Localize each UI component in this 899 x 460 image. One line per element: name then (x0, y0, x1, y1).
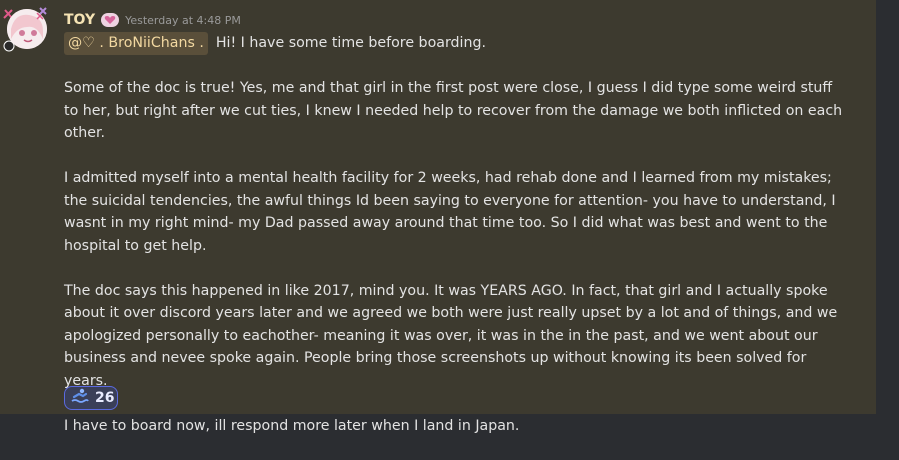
paragraph-1-text: Hi! I have some time before boarding. (215, 35, 486, 51)
swimmer-icon (71, 388, 89, 408)
paragraph-5: I have to board now, ill respond more la… (64, 417, 520, 434)
user-mention[interactable]: @♡ . BroNiiChans . (64, 32, 208, 55)
paragraph-4: The doc says this happened in like 2017,… (64, 282, 838, 389)
heart-badge-icon (101, 13, 120, 27)
avatar[interactable] (7, 9, 47, 49)
paragraph-1: @♡ . BroNiiChans . Hi! I have some time … (64, 32, 844, 55)
reaction-count: 26 (95, 390, 115, 406)
paragraph-2: Some of the doc is true! Yes, me and tha… (64, 80, 843, 141)
message-container: TOY Yesterday at 4:48 PM @♡ . BroNiiChan… (0, 0, 876, 434)
timestamp: Yesterday at 4:48 PM (125, 13, 241, 27)
author-name[interactable]: TOY (64, 12, 95, 28)
message-content: @♡ . BroNiiChans . Hi! I have some time … (64, 32, 844, 460)
scrollbar-track[interactable] (876, 0, 899, 422)
message-header: TOY Yesterday at 4:48 PM (64, 10, 241, 30)
reaction-button[interactable]: 26 (64, 386, 118, 410)
paragraph-3: I admitted myself into a mental health f… (64, 170, 836, 254)
